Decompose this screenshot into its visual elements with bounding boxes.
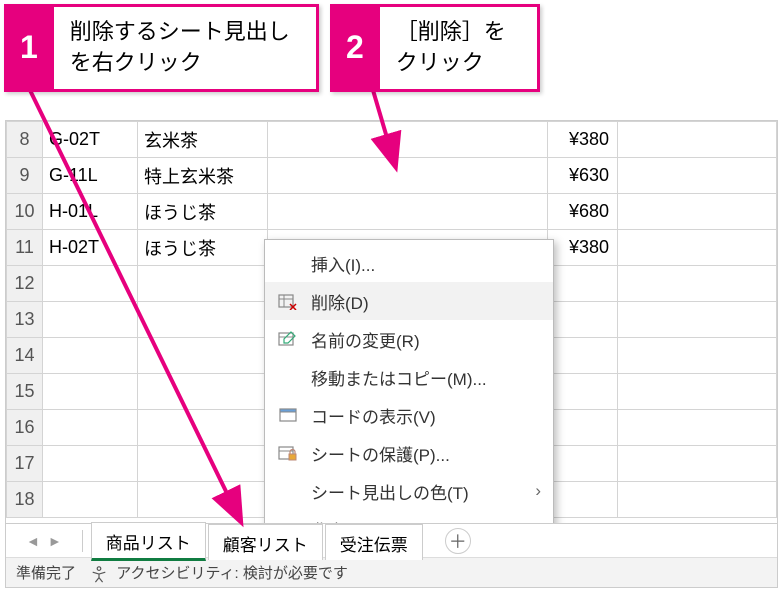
callout-1-number: 1 — [4, 4, 54, 92]
cell[interactable] — [618, 122, 777, 158]
tabcolor-icon — [275, 481, 301, 501]
sheet-tab-orders[interactable]: 受注伝票 — [325, 524, 423, 560]
rename-icon — [275, 329, 301, 349]
menu-tab-color[interactable]: シート見出しの色(T) › — [265, 472, 553, 510]
cell[interactable] — [548, 482, 618, 518]
move-icon — [275, 367, 301, 387]
hide-icon — [275, 519, 301, 523]
menu-rename[interactable]: 名前の変更(R) — [265, 320, 553, 358]
cell[interactable] — [618, 266, 777, 302]
delete-icon — [275, 291, 301, 311]
menu-view-code[interactable]: コードの表示(V) — [265, 396, 553, 434]
plus-icon: ＋ — [449, 528, 467, 554]
cell[interactable] — [548, 446, 618, 482]
cell[interactable] — [618, 230, 777, 266]
new-sheet-button[interactable]: ＋ — [445, 528, 471, 554]
arrow-1 — [20, 80, 260, 540]
cell[interactable] — [618, 302, 777, 338]
cell[interactable] — [618, 338, 777, 374]
chevron-right-icon: › — [535, 481, 541, 501]
menu-delete[interactable]: 削除(D) — [265, 282, 553, 320]
arrow-2 — [360, 80, 440, 175]
menu-hide[interactable]: 非表示(H) — [265, 510, 553, 523]
cell[interactable] — [548, 410, 618, 446]
cell[interactable]: ¥680 — [548, 194, 618, 230]
callout-2-number: 2 — [330, 4, 380, 92]
status-bar: 準備完了 アクセシビリティ: 検討が必要です — [6, 557, 777, 587]
callout-2: 2 ［削除］をクリック — [330, 4, 540, 92]
cell[interactable] — [618, 482, 777, 518]
status-accessibility[interactable]: アクセシビリティ: 検討が必要です — [90, 562, 348, 583]
cell[interactable] — [548, 338, 618, 374]
cell[interactable] — [618, 374, 777, 410]
cell[interactable] — [618, 410, 777, 446]
callout-1: 1 削除するシート見出しを右クリック — [4, 4, 319, 92]
callout-2-text: ［削除］をクリック — [380, 4, 540, 92]
cell[interactable] — [618, 158, 777, 194]
cell[interactable]: ¥380 — [548, 122, 618, 158]
cell[interactable] — [268, 194, 548, 230]
cell[interactable] — [548, 302, 618, 338]
cell[interactable]: ¥630 — [548, 158, 618, 194]
cell[interactable] — [618, 194, 777, 230]
cell[interactable] — [548, 374, 618, 410]
menu-move-copy[interactable]: 移動またはコピー(M)... — [265, 358, 553, 396]
sheet-context-menu: 挿入(I)... 削除(D) 名前の変更(R) 移動またはコピー(M)... — [264, 239, 554, 523]
cell[interactable]: ¥380 — [548, 230, 618, 266]
menu-protect[interactable]: シートの保護(P)... — [265, 434, 553, 472]
cell[interactable] — [618, 446, 777, 482]
status-ready: 準備完了 — [16, 562, 76, 583]
menu-insert[interactable]: 挿入(I)... — [265, 244, 553, 282]
insert-icon — [275, 253, 301, 273]
cell[interactable] — [548, 266, 618, 302]
viewcode-icon — [275, 405, 301, 425]
accessibility-icon — [90, 565, 116, 582]
callout-1-text: 削除するシート見出しを右クリック — [54, 4, 319, 92]
protect-icon — [275, 443, 301, 463]
